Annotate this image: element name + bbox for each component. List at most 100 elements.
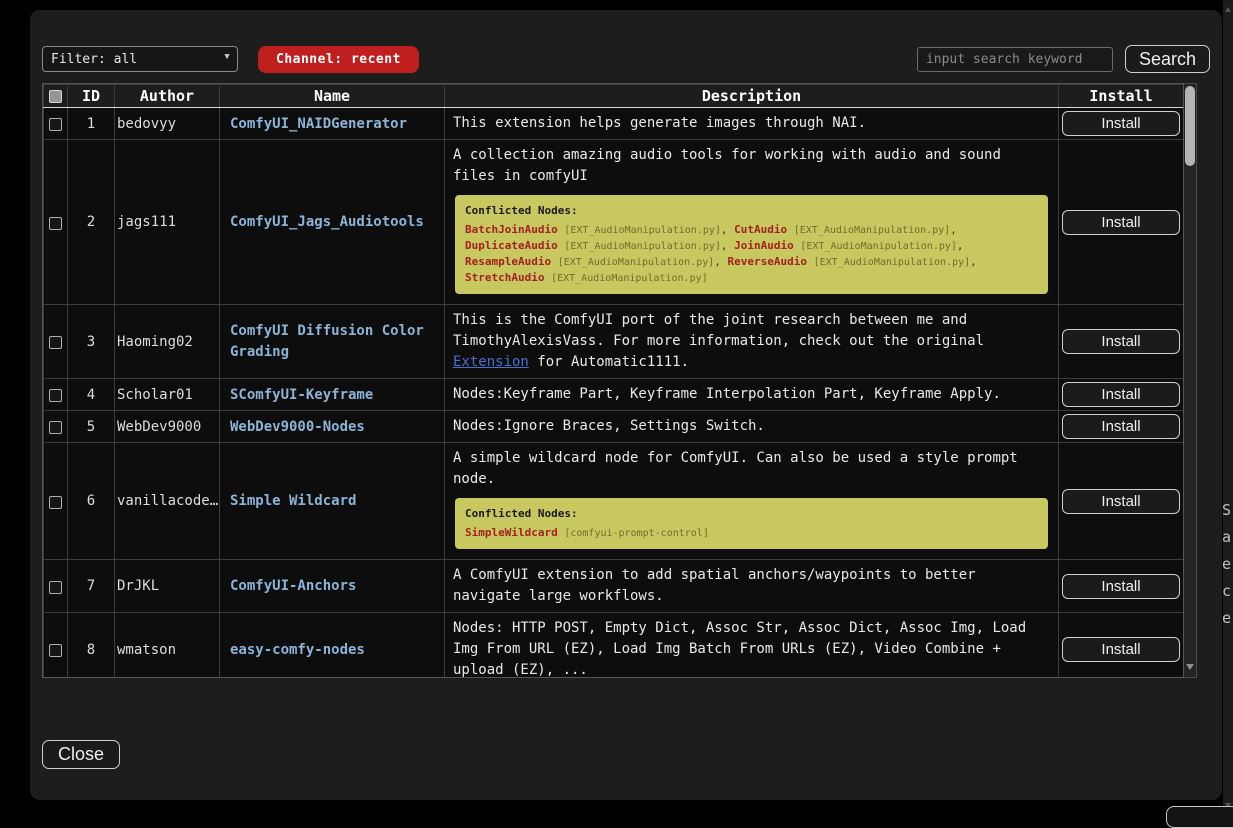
row-checkbox[interactable] (49, 118, 62, 131)
checkbox-cell (44, 560, 68, 613)
toolbar: Filter: all Channel: recent Search (42, 45, 1210, 73)
install-button[interactable]: Install (1062, 210, 1180, 235)
conflict-node-source: [EXT_AudioManipulation.py] (564, 241, 721, 252)
description-text: for Automatic1111. (529, 354, 689, 370)
conflict-node-source: [EXT_AudioManipulation.py] (814, 257, 971, 268)
page: { "colors": { "channel_badge": "#c01f1f"… (0, 0, 1233, 815)
checkbox-cell (44, 305, 68, 379)
row-checkbox[interactable] (49, 336, 62, 349)
node-description: This extension helps generate images thr… (453, 113, 1050, 134)
close-button[interactable]: Close (42, 740, 120, 769)
clipped-letter: S (1222, 497, 1232, 524)
install-button[interactable]: Install (1062, 574, 1180, 599)
node-description-cell: A collection amazing audio tools for wor… (445, 140, 1059, 305)
header-name: Name (220, 85, 445, 108)
node-name-link[interactable]: ComfyUI-Anchors (230, 576, 356, 597)
node-description: A ComfyUI extension to add spatial ancho… (453, 565, 1050, 607)
node-description: Nodes:Keyframe Part, Keyframe Interpolat… (453, 384, 1050, 405)
row-checkbox[interactable] (49, 581, 62, 594)
node-description-cell: A ComfyUI extension to add spatial ancho… (445, 560, 1059, 613)
description-link[interactable]: Extension (453, 354, 529, 370)
node-author: Scholar01 (115, 379, 220, 411)
nodes-table-clip: ID Author Name Description Install 1bedo… (42, 83, 1184, 678)
node-id: 3 (68, 305, 115, 379)
node-id: 6 (68, 443, 115, 560)
install-button[interactable]: Install (1062, 382, 1180, 407)
node-author: wmatson (115, 613, 220, 679)
conflict-node-source: [EXT_AudioManipulation.py] (551, 273, 708, 284)
table-row: 4Scholar01SComfyUI-KeyframeNodes:Keyfram… (44, 379, 1184, 411)
channel-badge[interactable]: Channel: recent (258, 46, 419, 73)
checkbox-cell (44, 108, 68, 140)
checkbox-cell (44, 140, 68, 305)
node-id: 5 (68, 411, 115, 443)
conflict-title: Conflicted Nodes: (465, 506, 1038, 521)
node-author: bedovyy (115, 108, 220, 140)
conflict-list: SimpleWildcard [comfyui-prompt-control] (465, 525, 1038, 541)
node-author: DrJKL (115, 560, 220, 613)
node-name-link[interactable]: ComfyUI_NAIDGenerator (230, 114, 407, 135)
clipped-letter: e (1222, 605, 1232, 632)
node-description: Nodes:Ignore Braces, Settings Switch. (453, 416, 1050, 437)
node-name-link[interactable]: SComfyUI-Keyframe (230, 385, 373, 406)
checkbox-cell (44, 379, 68, 411)
description-text: This extension helps generate images thr… (453, 115, 866, 131)
filter-select[interactable]: Filter: all (42, 46, 238, 72)
conflict-node-source: [EXT_AudioManipulation.py] (794, 225, 951, 236)
nodes-table: ID Author Name Description Install 1bedo… (43, 84, 1184, 678)
table-scrollbar-thumb[interactable] (1185, 86, 1195, 166)
node-id: 8 (68, 613, 115, 679)
install-button[interactable]: Install (1062, 637, 1180, 662)
conflict-node-name: StretchAudio (465, 271, 544, 284)
header-description: Description (445, 85, 1059, 108)
node-description: Nodes: HTTP POST, Empty Dict, Assoc Str,… (453, 618, 1050, 678)
select-all-checkbox[interactable] (49, 90, 62, 103)
row-checkbox[interactable] (49, 217, 62, 230)
row-checkbox[interactable] (49, 644, 62, 657)
table-row: 5WebDev9000WebDev9000-NodesNodes:Ignore … (44, 411, 1184, 443)
description-text: This is the ComfyUI port of the joint re… (453, 312, 984, 349)
row-checkbox[interactable] (49, 389, 62, 402)
node-id: 2 (68, 140, 115, 305)
page-scrollbar[interactable] (1222, 0, 1233, 815)
node-description-cell: A simple wildcard node for ComfyUI. Can … (445, 443, 1059, 560)
node-name-link[interactable]: easy-comfy-nodes (230, 640, 365, 661)
background-clipped-text: Saece (1222, 497, 1232, 637)
node-name-link[interactable]: Simple Wildcard (230, 491, 356, 512)
node-name-link[interactable]: WebDev9000-Nodes (230, 417, 365, 438)
header-checkbox-cell (44, 85, 68, 108)
node-description: This is the ComfyUI port of the joint re… (453, 310, 1050, 373)
node-description: A simple wildcard node for ComfyUI. Can … (453, 448, 1050, 490)
conflict-node-name: DuplicateAudio (465, 239, 558, 252)
search-button[interactable]: Search (1125, 45, 1210, 73)
node-author: Haoming02 (115, 305, 220, 379)
table-row: 3Haoming02ComfyUI Diffusion Color Gradin… (44, 305, 1184, 379)
table-scrollbar-down-arrow[interactable] (1186, 664, 1194, 674)
page-scrollbar-up-arrow[interactable] (1225, 4, 1231, 12)
node-description-cell: Nodes:Ignore Braces, Settings Switch. (445, 411, 1059, 443)
description-text: Nodes: HTTP POST, Empty Dict, Assoc Str,… (453, 620, 1026, 678)
conflict-node-name: ResampleAudio (465, 255, 551, 268)
search-input[interactable] (917, 47, 1113, 72)
table-row: 6vanillacode… Simple Wildcard A simple wil… (44, 443, 1184, 560)
node-description-cell: This extension helps generate images thr… (445, 108, 1059, 140)
node-name-link[interactable]: ComfyUI Diffusion Color Grading (230, 321, 434, 363)
conflict-node-name: SimpleWildcard (465, 526, 558, 539)
conflicted-nodes-box: Conflicted Nodes: SimpleWildcard [comfyui… (455, 498, 1048, 549)
install-button[interactable]: Install (1062, 414, 1180, 439)
install-button[interactable]: Install (1062, 111, 1180, 136)
table-scrollbar[interactable] (1184, 83, 1197, 678)
row-checkbox[interactable] (49, 421, 62, 434)
row-checkbox[interactable] (49, 496, 62, 509)
conflict-node-source: [comfyui-prompt-control] (564, 528, 709, 539)
node-author: vanillacode… (115, 443, 220, 560)
install-button[interactable]: Install (1062, 489, 1180, 514)
install-button[interactable]: Install (1062, 329, 1180, 354)
table-row: 8wmatson easy-comfy-nodes Nodes: HTTP POST… (44, 613, 1184, 679)
node-description-cell: Nodes: HTTP POST, Empty Dict, Assoc Str,… (445, 613, 1059, 679)
node-name-link[interactable]: ComfyUI_Jags_Audiotools (230, 212, 424, 233)
checkbox-cell (44, 443, 68, 560)
node-description: A collection amazing audio tools for wor… (453, 145, 1050, 187)
checkbox-cell (44, 411, 68, 443)
description-text: A collection amazing audio tools for wor… (453, 147, 1001, 184)
